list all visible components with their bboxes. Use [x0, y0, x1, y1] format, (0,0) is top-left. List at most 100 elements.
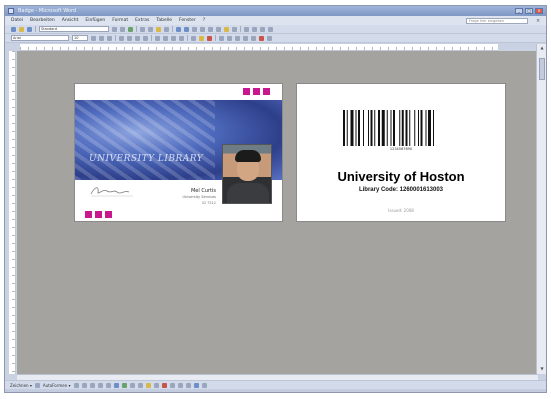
draw-font-color-icon[interactable]	[161, 382, 167, 388]
clipart-icon[interactable]	[129, 382, 135, 388]
line-style-icon[interactable]	[169, 382, 175, 388]
select-objects-icon[interactable]	[34, 382, 40, 388]
menu-format[interactable]: Format	[112, 18, 128, 23]
bold-icon[interactable]	[91, 35, 96, 41]
columns-icon[interactable]	[208, 26, 213, 32]
justify-icon[interactable]	[143, 35, 148, 41]
copy-icon[interactable]	[148, 26, 153, 32]
minimize-icon[interactable]: _	[515, 8, 523, 14]
scroll-up-icon[interactable]: ▲	[538, 45, 546, 52]
italic-icon[interactable]	[99, 35, 104, 41]
shadow-icon[interactable]	[193, 382, 199, 388]
barcode-bar	[363, 110, 364, 146]
autoshapes-menu[interactable]: AutoFormen ▾	[43, 383, 71, 388]
spelling-icon[interactable]	[128, 26, 133, 32]
show-formatting-icon[interactable]	[232, 26, 237, 32]
menu-edit[interactable]: Bearbeiten	[30, 18, 55, 23]
draw-menu[interactable]: Zeichnen ▾	[10, 383, 32, 388]
3d-icon[interactable]	[201, 382, 207, 388]
scroll-down-icon[interactable]: ▼	[538, 366, 546, 373]
portrait-photo[interactable]	[222, 144, 272, 204]
rotate-icon[interactable]	[235, 35, 240, 41]
oval-icon[interactable]	[97, 382, 103, 388]
hyperlink-icon[interactable]	[192, 26, 197, 32]
menu-tools[interactable]: Extras	[135, 18, 149, 23]
paste-icon[interactable]	[156, 26, 161, 32]
document-workspace[interactable]: UNIVERSITY LIBRARY Mel Curtis University…	[17, 51, 538, 374]
save-icon[interactable]	[27, 26, 32, 32]
document-map-icon[interactable]	[224, 26, 229, 32]
diagram-icon[interactable]	[121, 382, 127, 388]
menu-view[interactable]: Ansicht	[62, 18, 79, 23]
help-search-input[interactable]: Frage hier eingeben	[466, 17, 528, 24]
border-icon[interactable]	[191, 35, 196, 41]
arrow-style-icon[interactable]	[185, 382, 191, 388]
open-folder-icon[interactable]	[19, 26, 24, 32]
vertical-scrollbar[interactable]: ▲ ▼	[536, 44, 546, 374]
new-document-icon[interactable]	[11, 26, 16, 32]
close-document-icon[interactable]: ×	[536, 18, 542, 24]
picture-icon[interactable]	[259, 35, 264, 41]
font-color-icon[interactable]	[207, 35, 212, 41]
highlight-icon[interactable]	[199, 35, 204, 41]
fill-color-icon[interactable]	[145, 382, 151, 388]
rectangle-icon[interactable]	[89, 382, 95, 388]
formatting-toolbar: Arial 10	[5, 34, 546, 43]
barcode-bar	[393, 110, 395, 146]
menu-file[interactable]: Datei	[11, 18, 23, 23]
style-combo[interactable]: Standard	[39, 26, 109, 32]
wrap-icon[interactable]	[227, 35, 232, 41]
font-size-combo[interactable]: 10	[72, 35, 88, 41]
increase-indent-icon[interactable]	[179, 35, 184, 41]
align-left-icon[interactable]	[119, 35, 124, 41]
format-painter-icon[interactable]	[164, 26, 169, 32]
insert-picture-icon[interactable]	[137, 382, 143, 388]
more-format-icon[interactable]	[267, 35, 272, 41]
help-icon[interactable]	[252, 26, 257, 32]
wordart-icon[interactable]	[113, 382, 119, 388]
order-icon[interactable]	[251, 35, 256, 41]
font-combo[interactable]: Arial	[11, 35, 69, 41]
signature-image	[90, 187, 133, 197]
horizontal-ruler[interactable]	[20, 44, 498, 51]
line-icon[interactable]	[73, 382, 79, 388]
redo-icon[interactable]	[184, 26, 189, 32]
undo-icon[interactable]	[176, 26, 181, 32]
cut-icon[interactable]	[140, 26, 145, 32]
layout-icon[interactable]	[219, 35, 224, 41]
close-icon[interactable]: ×	[535, 8, 543, 14]
dash-style-icon[interactable]	[177, 382, 183, 388]
numbering-icon[interactable]	[155, 35, 160, 41]
badge-back-card[interactable]: 1234567890 University of Hoston Library …	[296, 83, 506, 222]
bullets-icon[interactable]	[163, 35, 168, 41]
menu-insert[interactable]: Einfügen	[85, 18, 105, 23]
underline-icon[interactable]	[107, 35, 112, 41]
print-preview-icon[interactable]	[120, 26, 125, 32]
id-number-text: ID 7512	[202, 201, 216, 205]
barcode-bar	[390, 110, 392, 146]
align-right-icon[interactable]	[135, 35, 140, 41]
print-icon[interactable]	[112, 26, 117, 32]
barcode-bar	[401, 110, 404, 146]
read-icon[interactable]	[260, 26, 265, 32]
drawing-icon[interactable]	[216, 26, 221, 32]
toolbar-divider	[35, 26, 36, 32]
more-buttons-icon[interactable]	[268, 26, 273, 32]
scroll-thumb[interactable]	[539, 58, 545, 80]
zoom-icon[interactable]	[244, 26, 249, 32]
text-box-icon[interactable]	[105, 382, 111, 388]
maximize-icon[interactable]: □	[525, 8, 533, 14]
line-color-icon[interactable]	[153, 382, 159, 388]
menu-table[interactable]: Tabelle	[156, 18, 172, 23]
vertical-ruler[interactable]	[9, 51, 16, 374]
align-center-icon[interactable]	[127, 35, 132, 41]
arrow-icon[interactable]	[81, 382, 87, 388]
group-icon[interactable]	[243, 35, 248, 41]
menu-help[interactable]: ?	[203, 18, 205, 23]
decrease-indent-icon[interactable]	[171, 35, 176, 41]
menu-bar: Datei Bearbeiten Ansicht Einfügen Format…	[5, 16, 546, 25]
menu-window[interactable]: Fenster	[179, 18, 196, 23]
badge-front-card[interactable]: UNIVERSITY LIBRARY Mel Curtis University…	[74, 83, 283, 222]
ruler-ticks	[12, 51, 15, 374]
table-icon[interactable]	[200, 26, 205, 32]
